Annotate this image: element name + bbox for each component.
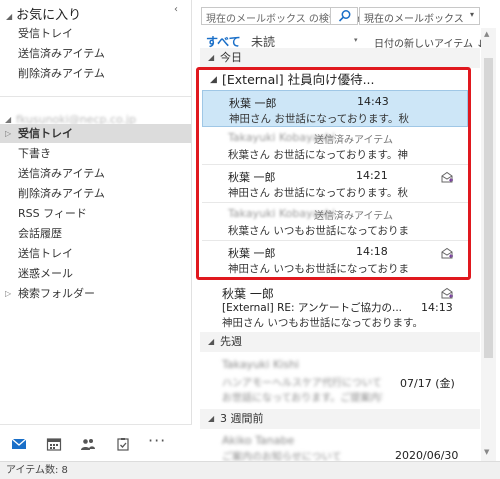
folder-junk[interactable]: 迷惑メール [18,265,188,283]
group-header-last-week[interactable]: ◢ 先週 [200,332,480,352]
collapse-icon: ◢ [208,414,215,423]
search-folders-expand-icon[interactable]: ▷ [5,289,11,298]
conversation-subject: [External] 社員向け優待... [222,72,375,87]
folder-drafts[interactable]: 下書き [18,145,188,163]
item-count: アイテム数: 8 [6,465,68,476]
favorites-header[interactable]: ◢ お気に入り [6,4,81,23]
people-icon[interactable] [80,437,96,451]
account-collapse-icon[interactable]: ◢ [5,115,11,124]
search-scope-dropdown[interactable]: 現在のメールボックス ▾ [359,7,480,25]
message-subject: ハンアモーヘルスケア代行についてご相談 [222,378,382,389]
folder-sent[interactable]: 送信済みアイテム [18,165,188,183]
calendar-icon[interactable] [46,437,62,451]
conversation-header[interactable]: ◢ [External] 社員向け優待... [200,70,468,90]
group-last-week-label: 先週 [220,335,242,348]
more-options-icon[interactable]: ··· [148,431,166,450]
search-icon [338,10,351,22]
collapse-pane-icon[interactable]: ‹ [174,4,178,15]
collapse-icon: ◢ [210,75,217,85]
search-button[interactable] [330,7,358,25]
message-preview: 秋葉さん お世話になっております。神 [228,149,408,161]
message-preview: 神田さん いつもお世話になっておりま [228,263,409,275]
group-three-weeks-label: 3 週間前 [220,412,264,425]
folder-rss[interactable]: RSS フィード [18,205,188,223]
outlook-window: ◢ お気に入り ‹ 受信トレイ 送信済みアイテム 削除済みアイテム ◢ fkusu… [0,0,500,479]
message-folder-tag: 送信済みアイテム [314,135,393,146]
message-preview: 神田さん お世話になっております。秋 [229,113,409,125]
chevron-down-icon: ▾ [469,10,474,19]
collapse-icon: ◢ [208,53,215,62]
folder-conversation-history[interactable]: 会話履歴 [18,225,188,243]
mail-icon[interactable] [11,437,27,451]
message-sender: Akiko Tanabe [222,434,295,447]
group-header-three-weeks[interactable]: ◢ 3 週間前 [200,409,480,429]
message-preview: 秋葉さん いつもお世話になっておりま [228,225,409,237]
message-preview: 神田さん いつもお世話になっております。 [222,317,423,329]
folder-pane: ◢ お気に入り ‹ 受信トレイ 送信済みアイテム 削除済みアイテム ◢ fkusu… [0,0,192,461]
collapse-icon: ◢ [208,337,215,346]
group-header-today[interactable]: ◢ 今日 [200,48,480,68]
fav-sent[interactable]: 送信済みアイテム [18,45,188,63]
status-bar: アイテム数: 8 [0,461,500,479]
folder-inbox[interactable]: 受信トレイ [18,125,188,143]
message-time: 14:13 [421,301,453,314]
scroll-down-icon[interactable]: ▼ [484,448,489,456]
message-subject: [External] RE: アンケートご協力の... [222,302,402,314]
scroll-up-icon[interactable]: ▲ [484,30,489,38]
message-time: 07/17 (金) [400,377,455,390]
message-preview: 神田さん お世話になっております。秋 [228,187,408,199]
message-time: 14:18 [356,245,388,258]
message-preview: お世話になっております。ご提案内容について [222,393,382,404]
replied-icon [441,171,453,183]
fav-deleted[interactable]: 削除済みアイテム [18,65,188,83]
thread-message[interactable]: Takayuki Kobayashi 送信済みアイテム 秋葉さん いつもお世話に… [202,203,468,241]
thread-message[interactable]: 秋葉 一郎 14:43 神田さん お世話になっております。秋 [202,90,468,127]
divider [0,96,191,97]
fav-inbox[interactable]: 受信トレイ [18,25,188,43]
thread-message[interactable]: 秋葉 一郎 14:21 神田さん お世話になっております。秋 [202,165,468,203]
navigation-bar: ··· [0,424,192,461]
folder-outbox[interactable]: 送信トレイ [18,245,188,263]
message-sender: 秋葉 一郎 [228,247,276,260]
tasks-icon[interactable] [115,437,131,451]
message-sender: 秋葉 一郎 [228,171,276,184]
message-list-scrollbar[interactable]: ▲ ▼ [481,28,496,461]
inbox-expand-icon[interactable]: ▷ [5,129,11,138]
group-today-label: 今日 [220,51,242,64]
replied-icon [441,287,453,299]
favorites-title: お気に入り [16,8,82,23]
folder-deleted[interactable]: 削除済みアイテム [18,185,188,203]
folder-search-folders[interactable]: 検索フォルダー [18,285,188,303]
thread-message[interactable]: Takayuki Kobayashi 送信済みアイテム 秋葉さん お世話になって… [202,127,468,165]
message-sender: 秋葉 一郎 [229,97,277,110]
message-sender: Takayuki Kishi [222,358,299,371]
message-time: 14:21 [356,169,388,182]
scrollbar-thumb[interactable] [484,58,493,358]
message-time: 14:43 [357,95,389,108]
search-scope-label: 現在のメールボックス [364,14,464,25]
message-folder-tag: 送信済みアイテム [314,211,393,222]
replied-icon [441,247,453,259]
filter-dropdown-icon[interactable]: ▾ [354,36,358,44]
thread-message[interactable]: 秋葉 一郎 14:18 神田さん いつもお世話になっておりま [202,241,468,278]
